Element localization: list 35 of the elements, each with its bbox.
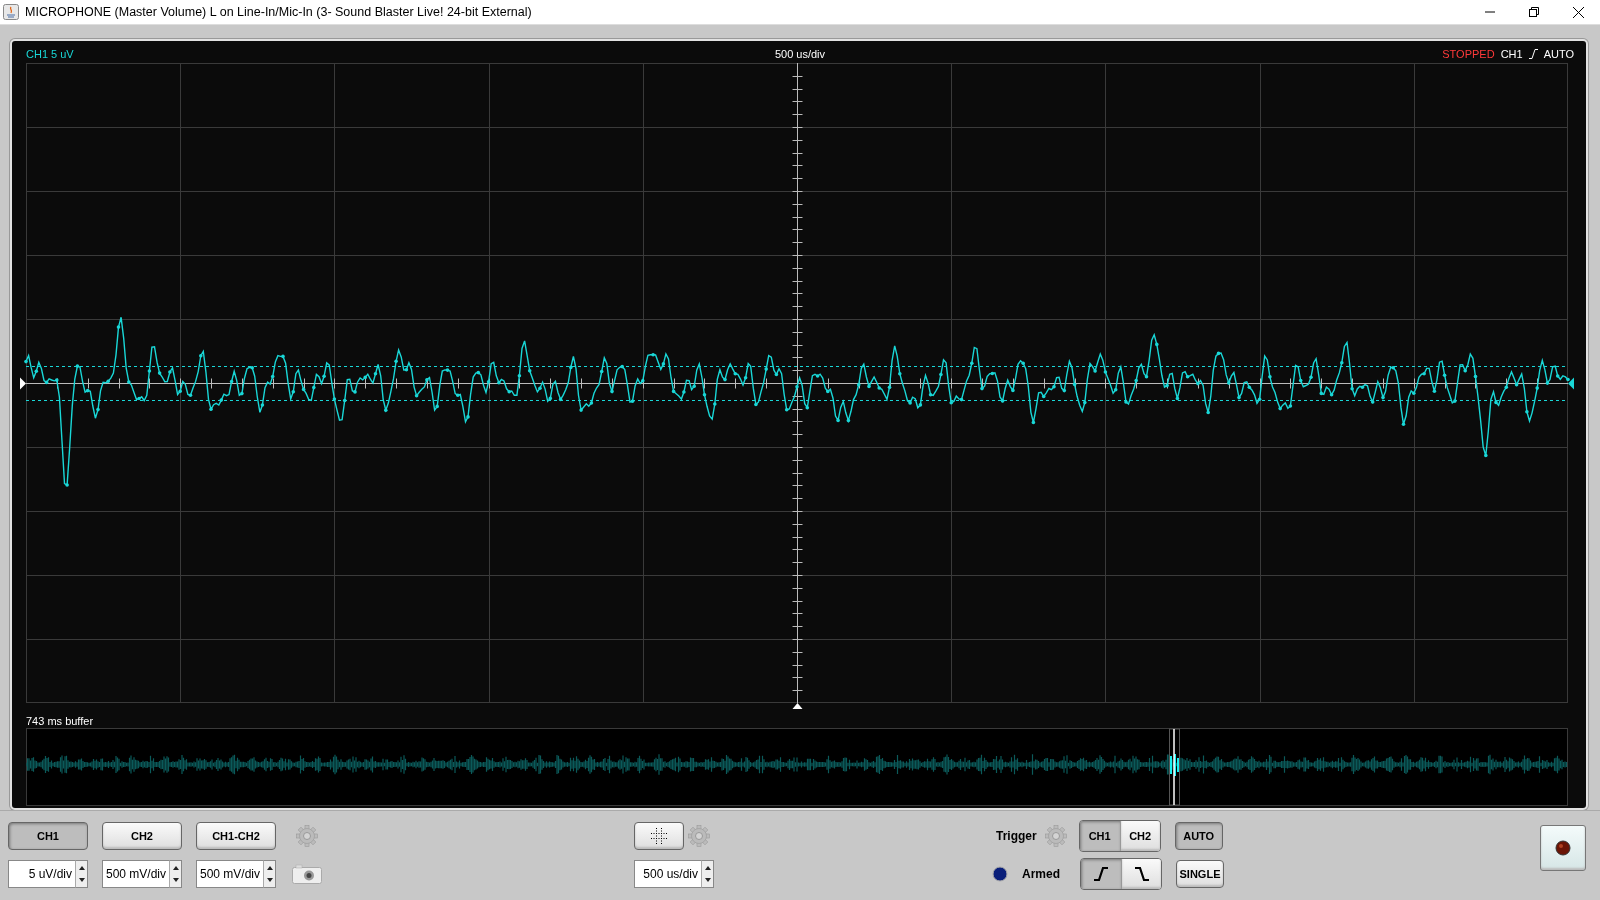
status-label: STOPPED xyxy=(1442,48,1495,60)
falling-edge-button[interactable] xyxy=(1121,859,1161,889)
time-marker-icon xyxy=(792,703,803,709)
trigger-source-button[interactable]: CH1 xyxy=(1079,821,1120,851)
armed-label: Armed xyxy=(1022,867,1060,881)
record-button[interactable] xyxy=(1540,825,1586,871)
time-per-div-field[interactable]: 500 us/div xyxy=(634,860,702,888)
buffer-label: 743 ms buffer xyxy=(26,714,95,728)
channel-button[interactable]: CH1 xyxy=(8,822,88,850)
buffer-view-window[interactable] xyxy=(1169,728,1180,806)
close-icon[interactable] xyxy=(1572,6,1584,18)
channel-button[interactable]: CH1-CH2 xyxy=(196,822,276,850)
app-icon xyxy=(3,4,19,20)
trigger-marker-icon xyxy=(1568,377,1574,390)
channel-button[interactable]: CH2 xyxy=(102,822,182,850)
trigger-mode-button[interactable]: AUTO xyxy=(1174,822,1223,850)
trigger-mode-label: AUTO xyxy=(1543,48,1574,60)
window-title: MICROPHONE (Master Volume) L on Line-In/Mic-In (3- Sound Blaster Live! 24-bit External) xyxy=(25,5,532,19)
grid-icon xyxy=(651,828,667,844)
rising-edge-button[interactable] xyxy=(1081,859,1121,889)
restore-icon[interactable] xyxy=(1529,7,1539,17)
grid-toggle-button[interactable] xyxy=(634,822,684,850)
trigger-mode-button[interactable]: SINGLE xyxy=(1176,860,1224,888)
rising-edge-icon xyxy=(1528,49,1538,59)
trigger-source-button[interactable]: CH2 xyxy=(1119,821,1160,851)
volts-per-div-field[interactable]: 500 mV/div xyxy=(196,860,264,888)
camera-icon[interactable] xyxy=(292,864,322,884)
volts-per-div-field[interactable]: 500 mV/div xyxy=(102,860,170,888)
volts-per-div-field[interactable]: 5 uV/div xyxy=(8,860,76,888)
trigger-label: Trigger xyxy=(996,829,1037,843)
ground-marker-icon xyxy=(20,377,26,390)
timebase-label: 500 us/div xyxy=(774,48,826,60)
trigger-source-label: CH1 xyxy=(1500,48,1523,60)
record-icon xyxy=(1555,840,1571,856)
channel-scale-label: CH1 5 uV xyxy=(26,48,74,60)
